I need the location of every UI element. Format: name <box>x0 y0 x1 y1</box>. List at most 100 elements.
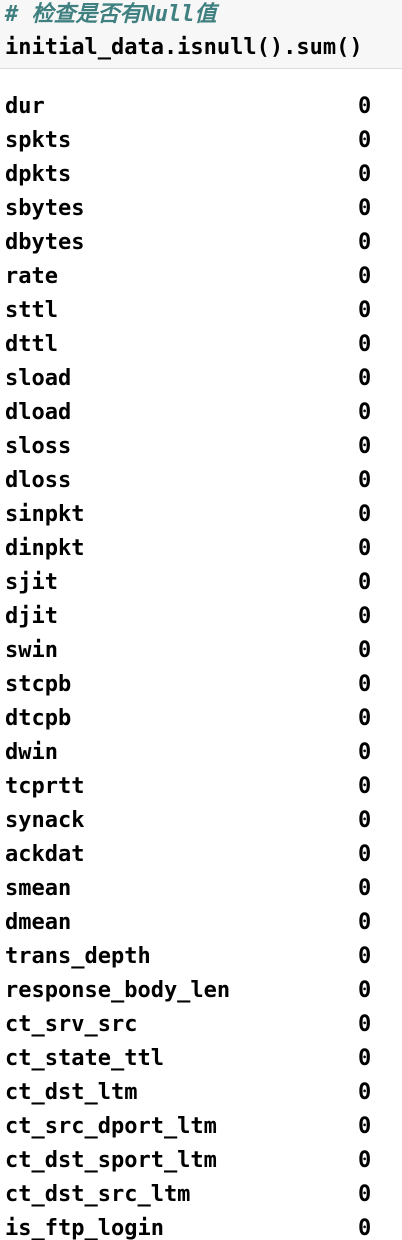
null-count: 0 <box>358 604 372 629</box>
output-row: synack 0 <box>0 804 402 838</box>
output-row: response_body_len 0 <box>0 974 402 1008</box>
column-name: response_body_len <box>5 978 231 1003</box>
column-name: sjit <box>5 570 58 595</box>
null-count: 0 <box>358 1046 372 1071</box>
column-name: dttl <box>5 332 58 357</box>
null-count: 0 <box>358 1080 372 1105</box>
column-name: dwin <box>5 740 58 765</box>
output-row: dttl 0 <box>0 328 402 362</box>
null-count: 0 <box>358 910 372 935</box>
output-row: spkts 0 <box>0 124 402 158</box>
output-row: dloss 0 <box>0 464 402 498</box>
column-name: tcprtt <box>5 774 85 799</box>
null-count: 0 <box>358 1182 372 1207</box>
output-row: dload 0 <box>0 396 402 430</box>
output-row: ct_srv_src 0 <box>0 1008 402 1042</box>
output-row: ct_dst_ltm 0 <box>0 1076 402 1110</box>
null-count: 0 <box>358 876 372 901</box>
column-name: sloss <box>5 434 72 459</box>
null-count: 0 <box>358 842 372 867</box>
column-name: is_ftp_login <box>5 1216 164 1240</box>
column-name: dur <box>5 94 45 119</box>
null-count: 0 <box>358 196 372 221</box>
null-count: 0 <box>358 162 372 187</box>
output-row: rate 0 <box>0 260 402 294</box>
column-name: sttl <box>5 298 58 323</box>
output-row: sload 0 <box>0 362 402 396</box>
output-row: tcprtt 0 <box>0 770 402 804</box>
column-name: ackdat <box>5 842 85 867</box>
null-count: 0 <box>358 332 372 357</box>
column-name: ct_dst_sport_ltm <box>5 1148 217 1173</box>
column-name: sbytes <box>5 196 85 221</box>
output-row: dinpkt 0 <box>0 532 402 566</box>
null-count: 0 <box>358 672 372 697</box>
column-name: dmean <box>5 910 72 935</box>
null-count: 0 <box>358 774 372 799</box>
null-count: 0 <box>358 264 372 289</box>
output-row: ackdat 0 <box>0 838 402 872</box>
column-name: dtcpb <box>5 706 72 731</box>
output-row: stcpb 0 <box>0 668 402 702</box>
column-name: dloss <box>5 468 72 493</box>
null-count: 0 <box>358 1114 372 1139</box>
output-row: smean 0 <box>0 872 402 906</box>
null-count: 0 <box>358 944 372 969</box>
null-count: 0 <box>358 400 372 425</box>
output-row: swin 0 <box>0 634 402 668</box>
output-row: ct_state_ttl 0 <box>0 1042 402 1076</box>
null-count: 0 <box>358 740 372 765</box>
code-comment: # 检查是否有Null值 <box>5 2 217 27</box>
column-name: synack <box>5 808 85 833</box>
output-row: sttl 0 <box>0 294 402 328</box>
column-name: dinpkt <box>5 536 85 561</box>
output-row: dur 0 <box>0 90 402 124</box>
column-name: ct_dst_ltm <box>5 1080 138 1105</box>
null-count: 0 <box>358 706 372 731</box>
column-name: rate <box>5 264 58 289</box>
null-count: 0 <box>358 128 372 153</box>
null-count: 0 <box>358 1148 372 1173</box>
column-name: swin <box>5 638 58 663</box>
column-name: djit <box>5 604 58 629</box>
column-name: ct_dst_src_ltm <box>5 1182 191 1207</box>
output-row: dtcpb 0 <box>0 702 402 736</box>
column-name: stcpb <box>5 672 72 697</box>
null-count: 0 <box>358 468 372 493</box>
null-count: 0 <box>358 94 372 119</box>
column-name: sinpkt <box>5 502 85 527</box>
null-count: 0 <box>358 434 372 459</box>
output-row: ct_src_dport_ltm 0 <box>0 1110 402 1144</box>
output-row: dmean 0 <box>0 906 402 940</box>
output-area: dur 0 spkts 0 dpkts 0 sbytes 0 dbytes 0 rate 0 sttl 0… <box>0 90 402 1240</box>
output-row: dbytes 0 <box>0 226 402 260</box>
null-count: 0 <box>358 570 372 595</box>
column-name: dload <box>5 400 72 425</box>
output-row: sloss 0 <box>0 430 402 464</box>
column-name: ct_srv_src <box>5 1012 138 1037</box>
null-count: 0 <box>358 366 372 391</box>
output-row: sinpkt 0 <box>0 498 402 532</box>
null-count: 0 <box>358 1012 372 1037</box>
output-row: ct_dst_sport_ltm 0 <box>0 1144 402 1178</box>
column-name: dpkts <box>5 162 72 187</box>
code-cell[interactable]: # 检查是否有Null值 initial_data.isnull().sum() <box>0 0 402 69</box>
output-row: dwin 0 <box>0 736 402 770</box>
column-name: trans_depth <box>5 944 151 969</box>
null-count: 0 <box>358 808 372 833</box>
null-count: 0 <box>358 638 372 663</box>
column-name: ct_state_ttl <box>5 1046 164 1071</box>
code-line[interactable]: initial_data.isnull().sum() <box>5 33 363 63</box>
null-count: 0 <box>358 1216 372 1240</box>
column-name: sload <box>5 366 72 391</box>
output-row: ct_dst_src_ltm 0 <box>0 1178 402 1212</box>
null-count: 0 <box>358 978 372 1003</box>
output-row: sbytes 0 <box>0 192 402 226</box>
null-count: 0 <box>358 536 372 561</box>
output-row: sjit 0 <box>0 566 402 600</box>
column-name: smean <box>5 876 72 901</box>
null-count: 0 <box>358 298 372 323</box>
column-name: spkts <box>5 128 72 153</box>
column-name: dbytes <box>5 230 85 255</box>
null-count: 0 <box>358 230 372 255</box>
